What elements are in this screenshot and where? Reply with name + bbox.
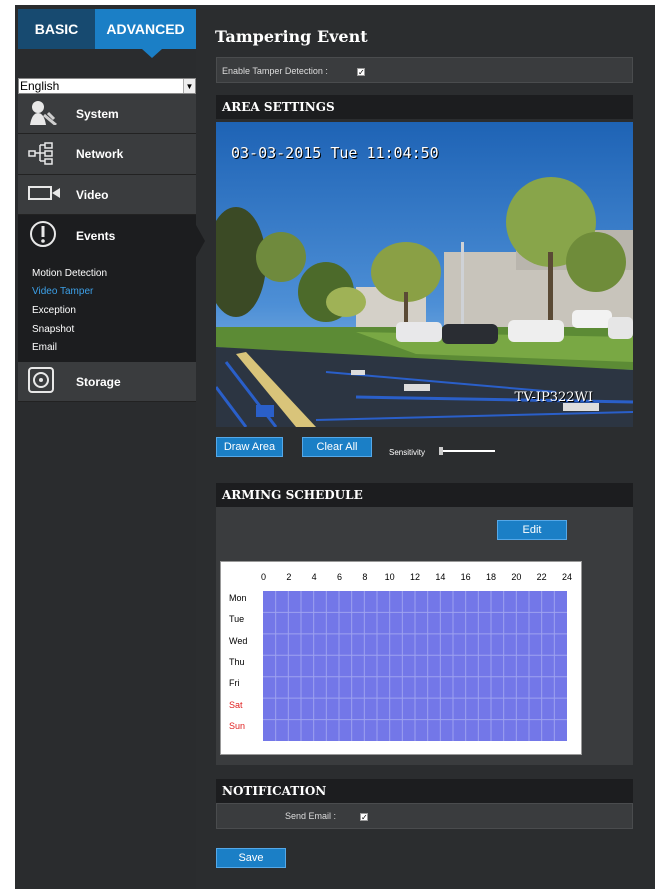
clear-all-button[interactable]: Clear All [302,437,372,457]
hour-label: 16 [460,572,471,582]
video-camera-icon [28,185,62,204]
sidebar-item-network[interactable]: Network [18,134,196,175]
hour-label: 0 [261,572,267,582]
submenu-video-tamper[interactable]: Video Tamper [32,286,93,297]
send-email-label: Send Email : [285,811,337,821]
hour-label: 14 [435,572,446,582]
send-email-checkbox[interactable]: ✓ [360,813,368,822]
enable-tamper-checkbox[interactable]: ✓ [357,68,365,77]
hour-label: 24 [562,572,573,582]
sidebar-item-system[interactable]: System [18,94,196,134]
sensitivity-slider-handle[interactable] [439,447,443,455]
submenu-exception[interactable]: Exception [32,305,76,316]
sidebar-item-label: System [76,106,119,121]
camera-scene [216,122,633,427]
main-content: Tampering Event Enable Tamper Detection … [212,5,655,889]
hour-label: 2 [286,572,292,582]
day-label: Fri [229,678,240,689]
active-tab-indicator [142,49,162,58]
hour-label: 8 [362,572,368,582]
sidebar: BASIC ADVANCED English ▼ System Network … [15,5,205,889]
hour-label: 10 [384,572,395,582]
edit-schedule-button[interactable]: Edit [497,520,567,540]
day-label: Thu [229,657,245,667]
hour-label: 22 [536,572,547,582]
hour-label: 20 [511,572,522,582]
sensitivity-label: Sensitivity [389,448,426,457]
network-icon [28,141,58,168]
submenu-email[interactable]: Email [32,342,57,353]
events-submenu: Motion Detection Video Tamper Exception … [18,256,196,362]
submenu-snapshot[interactable]: Snapshot [32,324,74,335]
system-icon [28,99,58,128]
tab-basic[interactable]: BASIC [18,9,95,49]
app-frame: BASIC ADVANCED English ▼ System Network … [15,5,655,889]
chevron-down-icon[interactable]: ▼ [183,79,195,93]
day-label: Wed [229,635,248,646]
sidebar-item-storage[interactable]: Storage [18,362,196,402]
day-label: Sat [229,699,243,710]
mode-tabs: BASIC ADVANCED [18,9,196,49]
sidebar-item-label: Network [76,147,124,161]
save-button[interactable]: Save [216,848,286,868]
hour-label: 18 [486,572,497,582]
tab-advanced[interactable]: ADVANCED [95,9,196,49]
schedule-grid-box: 0 2 4 6 8 10 12 14 16 18 20 22 24 Mon Tue Wed Thu Fri Sat S… [220,561,582,755]
alert-icon [28,219,58,252]
send-email-row: Send Email : ✓ [216,803,633,829]
enable-tamper-row: Enable Tamper Detection : ✓ [216,57,633,83]
area-settings-header: AREA SETTINGS [216,95,633,119]
day-label: Tue [229,614,245,625]
camera-timestamp: 03-03-2015 Tue 11:04:50 [231,144,439,162]
enable-tamper-label: Enable Tamper Detection : [222,66,328,76]
submenu-motion-detection[interactable]: Motion Detection [32,268,107,279]
day-label: Mon [229,592,247,603]
sidebar-item-label: Storage [76,374,121,389]
hour-label: 6 [337,572,343,582]
camera-preview[interactable]: 03-03-2015 Tue 11:04:50 TV-IP322WI [216,122,633,427]
language-value: English [20,79,60,93]
hour-label: 12 [410,572,421,582]
sidebar-item-label: Events [76,228,116,243]
sidebar-item-events[interactable]: Events [18,215,205,257]
hour-label: 4 [311,572,317,582]
camera-id-overlay: TV-IP322WI [514,390,593,405]
page-title: Tampering Event [215,27,368,46]
storage-disk-icon [28,367,54,396]
sensitivity-slider[interactable] [439,447,495,455]
arming-schedule-header: ARMING SCHEDULE [216,483,633,507]
schedule-grid[interactable] [263,591,567,741]
notification-header: NOTIFICATION [216,779,633,803]
sidebar-item-label: Video [76,187,109,202]
language-select[interactable]: English ▼ [18,78,196,94]
draw-area-button[interactable]: Draw Area [216,437,283,457]
day-label: Sun [229,721,246,732]
sidebar-item-video[interactable]: Video [18,175,196,215]
active-menu-indicator [196,225,205,257]
